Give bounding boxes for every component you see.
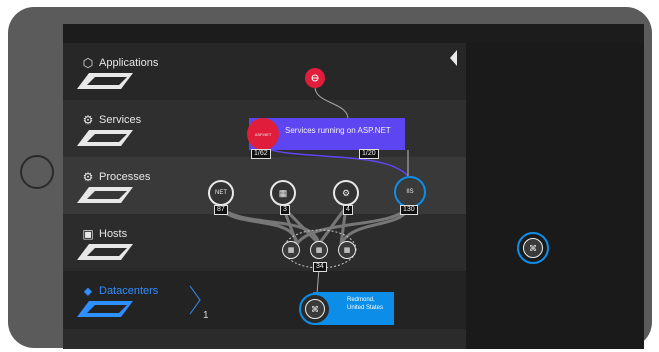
process-node-windows[interactable]: ▦ bbox=[270, 180, 296, 206]
windows-icon: ▦ bbox=[315, 247, 323, 254]
process-node-iis[interactable]: IIS bbox=[398, 180, 422, 204]
host-icon: ⌘ bbox=[529, 243, 537, 253]
process-iis-label: IIS bbox=[406, 189, 414, 195]
service-node-aspnet[interactable]: ASP.NET bbox=[247, 118, 279, 150]
process-net-label: NET bbox=[215, 190, 227, 196]
process-badge: 87 bbox=[214, 205, 228, 215]
datacenter-node[interactable]: ⌘ bbox=[305, 299, 325, 319]
windows-icon: ▦ bbox=[287, 247, 295, 254]
services-popup-text: Services running on ASP.NET bbox=[285, 126, 391, 135]
host-node[interactable]: ▦ bbox=[338, 241, 356, 259]
home-button[interactable] bbox=[20, 155, 54, 189]
service-badge: 1/62 bbox=[251, 149, 271, 159]
datacenter-label: Redmond, United States bbox=[347, 297, 384, 311]
process-node-net[interactable]: NET bbox=[208, 180, 234, 206]
process-node-gear[interactable]: ⚙ bbox=[333, 180, 359, 206]
process-badge: 3 bbox=[280, 205, 290, 215]
windows-icon: ▦ bbox=[343, 247, 351, 254]
hosts-badge: 34 bbox=[313, 262, 327, 272]
host-node[interactable]: ▦ bbox=[310, 241, 328, 259]
host-icon: ⌘ bbox=[311, 304, 319, 314]
app-screen: ⬡ Applications ⚙ Services ⚙ Processes ▣ … bbox=[63, 24, 644, 349]
process-badge: 4 bbox=[343, 205, 353, 215]
right-panel bbox=[466, 43, 644, 349]
application-node[interactable] bbox=[305, 68, 325, 88]
gear-icon: ⚙ bbox=[341, 187, 351, 198]
right-panel-host-node[interactable]: ⌘ bbox=[523, 238, 543, 258]
globe-icon bbox=[311, 74, 319, 82]
process-badge: 130 bbox=[400, 205, 418, 215]
windows-icon: ▦ bbox=[278, 187, 288, 198]
service-badge-right: 1/20 bbox=[359, 149, 379, 159]
service-node-label: ASP.NET bbox=[254, 131, 272, 137]
host-node[interactable]: ▦ bbox=[282, 241, 300, 259]
